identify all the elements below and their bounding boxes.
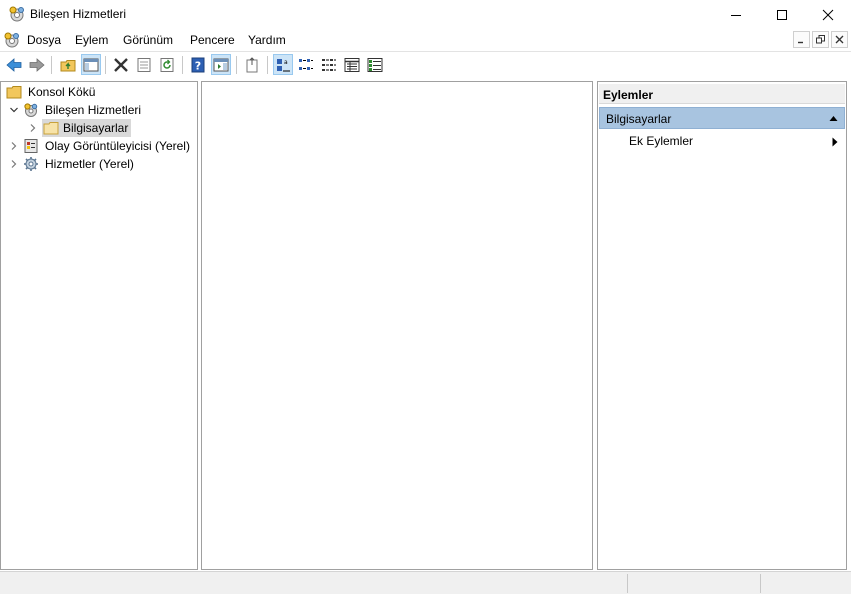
toolbar-separator [267, 56, 268, 74]
menu-dosya[interactable]: Dosya [27, 33, 61, 47]
menu-gorunum[interactable]: Görünüm [123, 33, 173, 47]
folder-icon [6, 86, 22, 99]
up-one-level-button[interactable] [58, 54, 78, 75]
large-icons-view-button[interactable]: a [273, 54, 293, 75]
small-icons-view-button[interactable] [296, 54, 316, 75]
chevron-down-icon[interactable] [9, 105, 19, 115]
properties-view-button[interactable] [365, 54, 385, 75]
delete-button[interactable] [111, 54, 131, 75]
result-pane[interactable] [201, 81, 593, 570]
refresh-icon [160, 57, 174, 72]
help-icon: ? [191, 57, 205, 72]
refresh-button[interactable] [157, 54, 177, 75]
actions-section-bilgisayarlar[interactable]: Bilgisayarlar [599, 107, 845, 129]
menu-bar: Dosya Eylem Görünüm Pencere Yardım [0, 29, 851, 51]
menu-eylem[interactable]: Eylem [75, 33, 108, 47]
properties-icon [137, 57, 151, 72]
delete-icon [114, 57, 128, 72]
forward-icon [29, 57, 45, 72]
chevron-right-icon[interactable] [9, 159, 19, 169]
svg-text:a: a [284, 59, 288, 66]
status-cell [627, 574, 760, 593]
event-viewer-icon [24, 139, 38, 153]
mdi-window-controls [793, 31, 848, 48]
show-hide-console-tree-button[interactable] [81, 54, 101, 75]
details-view-button[interactable] [342, 54, 362, 75]
component-services-icon [24, 103, 38, 117]
status-bar [0, 571, 851, 594]
close-icon [822, 9, 834, 20]
properties-button[interactable] [134, 54, 154, 75]
large-icons-view-icon: a [277, 58, 290, 71]
tree-item-label: Hizmetler (Yerel) [45, 157, 134, 171]
details-view-icon [344, 57, 360, 72]
menu-pencere[interactable]: Pencere [190, 33, 235, 47]
actions-pane: Eylemler Bilgisayarlar Ek Eylemler [597, 81, 847, 570]
window-title: Bileşen Hizmetleri [30, 7, 127, 21]
restore-icon [816, 35, 825, 44]
submenu-arrow-icon[interactable] [832, 137, 838, 147]
close-icon [835, 35, 844, 44]
toolbar-separator [236, 56, 237, 74]
menu-yardim[interactable]: Yardım [248, 33, 286, 47]
export-list-icon [246, 56, 258, 72]
tree-item-olay-goruntuleyicisi[interactable]: Olay Görüntüleyicisi (Yerel) [9, 137, 192, 155]
mdi-restore-button[interactable] [812, 31, 829, 48]
minimize-icon [798, 41, 803, 44]
toolbar-separator [182, 56, 183, 74]
mdi-close-button[interactable] [831, 31, 848, 48]
list-view-button[interactable] [319, 54, 339, 75]
console-tree-pane[interactable]: Konsol Kökü Bileşen Hizmetleri Bilgisaya… [0, 81, 198, 570]
status-cell [760, 574, 849, 593]
tree-item-label: Bileşen Hizmetleri [45, 103, 142, 117]
forward-button[interactable] [27, 54, 47, 75]
tree-item-label: Olay Görüntüleyicisi (Yerel) [45, 139, 190, 153]
minimize-icon [731, 14, 741, 16]
back-icon [6, 57, 22, 72]
show-hide-action-pane-button[interactable] [211, 54, 231, 75]
folder-icon [43, 122, 59, 135]
tree-item-bilesen-hizmetleri[interactable]: Bileşen Hizmetleri [9, 101, 143, 119]
action-ek-eylemler[interactable]: Ek Eylemler [629, 134, 693, 148]
mdi-minimize-button[interactable] [793, 31, 810, 48]
minimize-button[interactable] [713, 0, 759, 29]
tree-item-selected-highlight: Bilgisayarlar [42, 119, 132, 137]
component-services-icon [9, 6, 24, 22]
toolbar: ? a [0, 51, 851, 77]
properties-view-icon [367, 57, 383, 72]
help-button[interactable]: ? [188, 54, 208, 75]
title-bar: Bileşen Hizmetleri [0, 0, 851, 29]
export-list-button[interactable] [242, 54, 262, 75]
tree-item-bilgisayarlar[interactable]: Bilgisayarlar [28, 119, 132, 137]
actions-section-label: Bilgisayarlar [606, 112, 672, 126]
console-icon[interactable] [3, 31, 21, 49]
maximize-button[interactable] [759, 0, 805, 29]
chevron-right-icon[interactable] [28, 123, 38, 133]
small-icons-view-icon [299, 58, 313, 70]
services-gear-icon [24, 157, 38, 171]
show-hide-tree-icon [83, 58, 99, 71]
actions-header: Eylemler [599, 84, 845, 104]
tree-item-hizmetler[interactable]: Hizmetler (Yerel) [9, 155, 136, 173]
tree-item-label: Konsol Kökü [28, 85, 96, 99]
close-button[interactable] [805, 0, 851, 29]
up-folder-icon [60, 59, 76, 71]
list-view-icon [322, 58, 336, 71]
back-button[interactable] [4, 54, 24, 75]
tree-item-label: Bilgisayarlar [63, 121, 129, 135]
toolbar-separator [51, 56, 52, 74]
svg-text:?: ? [195, 59, 201, 72]
show-hide-action-pane-icon [213, 58, 229, 71]
maximize-icon [777, 9, 787, 20]
toolbar-separator [105, 56, 106, 74]
collapse-up-icon[interactable] [829, 114, 838, 123]
tree-item-konsol-koku[interactable]: Konsol Kökü [6, 83, 97, 101]
chevron-right-icon[interactable] [9, 141, 19, 151]
